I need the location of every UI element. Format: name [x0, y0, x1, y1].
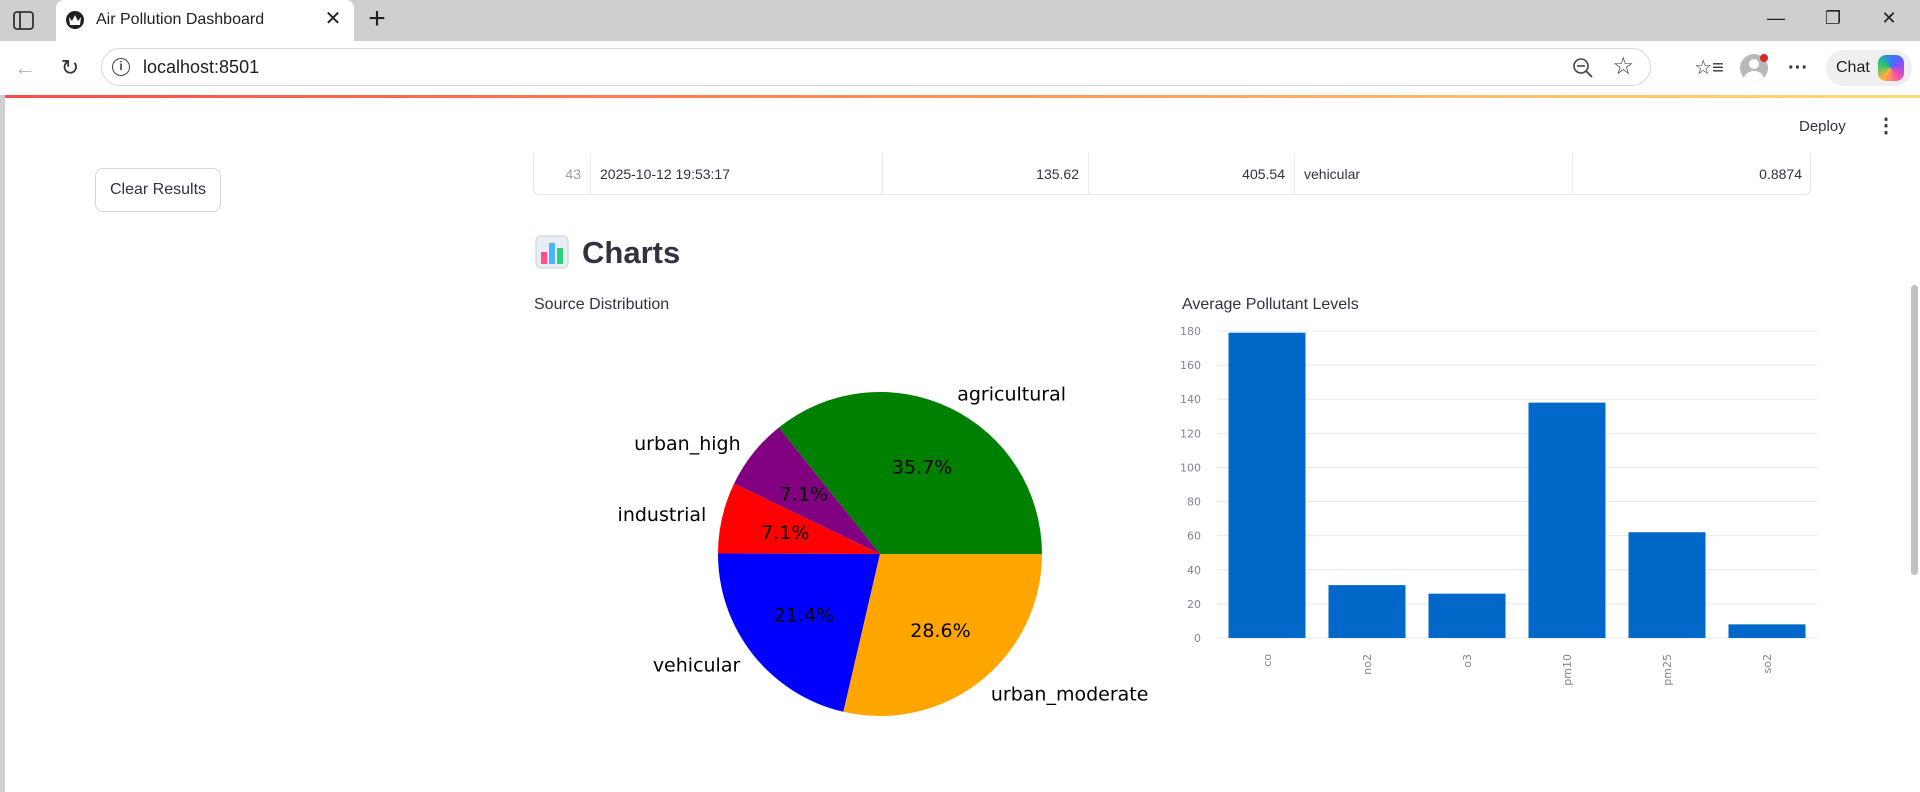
- bar-so2[interactable]: [1728, 624, 1806, 638]
- bar-o3[interactable]: [1428, 593, 1506, 638]
- score-cell: 0.8874: [1759, 166, 1802, 182]
- source-cell: vehicular: [1295, 153, 1573, 194]
- bar-chart-emoji-icon: [535, 235, 571, 271]
- x-tick-label: pm25: [1661, 654, 1674, 686]
- x-tick-label: pm10: [1561, 654, 1574, 686]
- sidebar-toggle-icon[interactable]: [12, 10, 36, 32]
- pie-category-label: industrial: [618, 504, 707, 526]
- app-page: Deploy ⋮ Clear Results 43 2025-10-12 19:…: [5, 95, 1920, 792]
- y-tick-label: 60: [1187, 530, 1201, 543]
- back-icon[interactable]: ←: [12, 55, 38, 81]
- copilot-icon: [1878, 55, 1904, 81]
- row-index: 43: [534, 153, 591, 194]
- restore-icon[interactable]: ❐: [1818, 8, 1848, 32]
- deploy-button[interactable]: Deploy: [1799, 118, 1846, 135]
- pie-category-label: urban_high: [634, 433, 741, 455]
- page-scrollbar[interactable]: [1911, 285, 1918, 575]
- y-tick-label: 0: [1194, 632, 1201, 645]
- favorite-star-icon[interactable]: ☆: [1612, 54, 1634, 80]
- app-favicon: [66, 11, 84, 29]
- value-b-cell: 405.54: [1089, 153, 1295, 194]
- x-tick-label: co: [1261, 654, 1274, 667]
- new-tab-icon[interactable]: +: [364, 4, 390, 34]
- y-tick-label: 160: [1180, 359, 1201, 372]
- y-tick-label: 120: [1180, 427, 1201, 440]
- active-tab[interactable]: Air Pollution Dashboard ✕: [56, 0, 354, 41]
- timestamp-cell: 2025-10-12 19:53:17: [591, 153, 883, 194]
- bar-pm25[interactable]: [1628, 532, 1706, 638]
- pie-category-label: vehicular: [653, 655, 741, 677]
- favorites-icon[interactable]: ☆≡: [1694, 53, 1724, 83]
- browser-toolbar: ← ↻ i localhost:8501 ☆ ☆≡ ··· Chat: [0, 41, 1920, 95]
- more-icon[interactable]: ···: [1783, 53, 1813, 83]
- tab-title: Air Pollution Dashboard: [96, 11, 265, 28]
- y-tick-label: 40: [1187, 564, 1201, 577]
- pie-category-label: agricultural: [957, 383, 1066, 405]
- pie-chart-title: Source Distribution: [534, 296, 670, 313]
- reload-icon[interactable]: ↻: [57, 55, 83, 81]
- chat-button[interactable]: Chat: [1826, 50, 1912, 86]
- pie-percent-label: 35.7%: [892, 456, 952, 478]
- value-a-cell: 135.62: [883, 153, 1089, 194]
- close-icon[interactable]: ✕: [322, 8, 344, 30]
- y-tick-label: 20: [1187, 598, 1201, 611]
- bar-chart: 0 20 40 60 80 100 120 140 160 180 co no2 o3 pm10 pm25 s…: [1180, 325, 1817, 686]
- bar-pm10[interactable]: [1528, 402, 1606, 638]
- bar-no2[interactable]: [1328, 585, 1406, 638]
- header-decoration: [5, 95, 1920, 98]
- table-row[interactable]: 43 2025-10-12 19:53:17 135.62 405.54 veh…: [533, 153, 1811, 195]
- main-menu-icon[interactable]: ⋮: [1876, 115, 1896, 137]
- x-tick-label: o3: [1461, 654, 1474, 668]
- x-tick-label: so2: [1761, 654, 1774, 673]
- url-text[interactable]: localhost:8501: [143, 57, 259, 78]
- charts-title: Charts: [582, 235, 681, 270]
- address-bar[interactable]: i localhost:8501 ☆: [101, 48, 1651, 86]
- pie-category-label: urban_moderate: [991, 684, 1149, 706]
- y-tick-label: 80: [1187, 496, 1201, 509]
- y-tick-label: 100: [1180, 461, 1201, 474]
- x-tick-label: no2: [1361, 654, 1374, 675]
- pie-percent-label: 21.4%: [774, 604, 834, 626]
- bar-co[interactable]: [1228, 332, 1306, 638]
- pie-percent-label: 7.1%: [761, 522, 809, 544]
- pie-percent-label: 7.1%: [780, 483, 828, 505]
- notification-dot: [1760, 54, 1768, 62]
- bar-chart-title: Average Pollutant Levels: [1182, 296, 1359, 313]
- chat-label: Chat: [1836, 59, 1870, 76]
- window-close-icon[interactable]: ✕: [1874, 8, 1904, 32]
- site-info-icon[interactable]: i: [112, 58, 130, 76]
- zoom-out-icon[interactable]: [1572, 57, 1594, 79]
- y-tick-label: 140: [1180, 393, 1201, 406]
- pie-percent-label: 28.6%: [910, 620, 970, 642]
- y-tick-label: 180: [1180, 325, 1201, 338]
- clear-results-button[interactable]: Clear Results: [95, 168, 221, 212]
- minimize-icon[interactable]: —: [1761, 8, 1791, 32]
- tab-strip: Air Pollution Dashboard ✕ + — ❐ ✕: [0, 0, 1920, 41]
- pie-chart: 35.7% agricultural 7.1% urban_high 7.1% indus…: [618, 383, 1149, 716]
